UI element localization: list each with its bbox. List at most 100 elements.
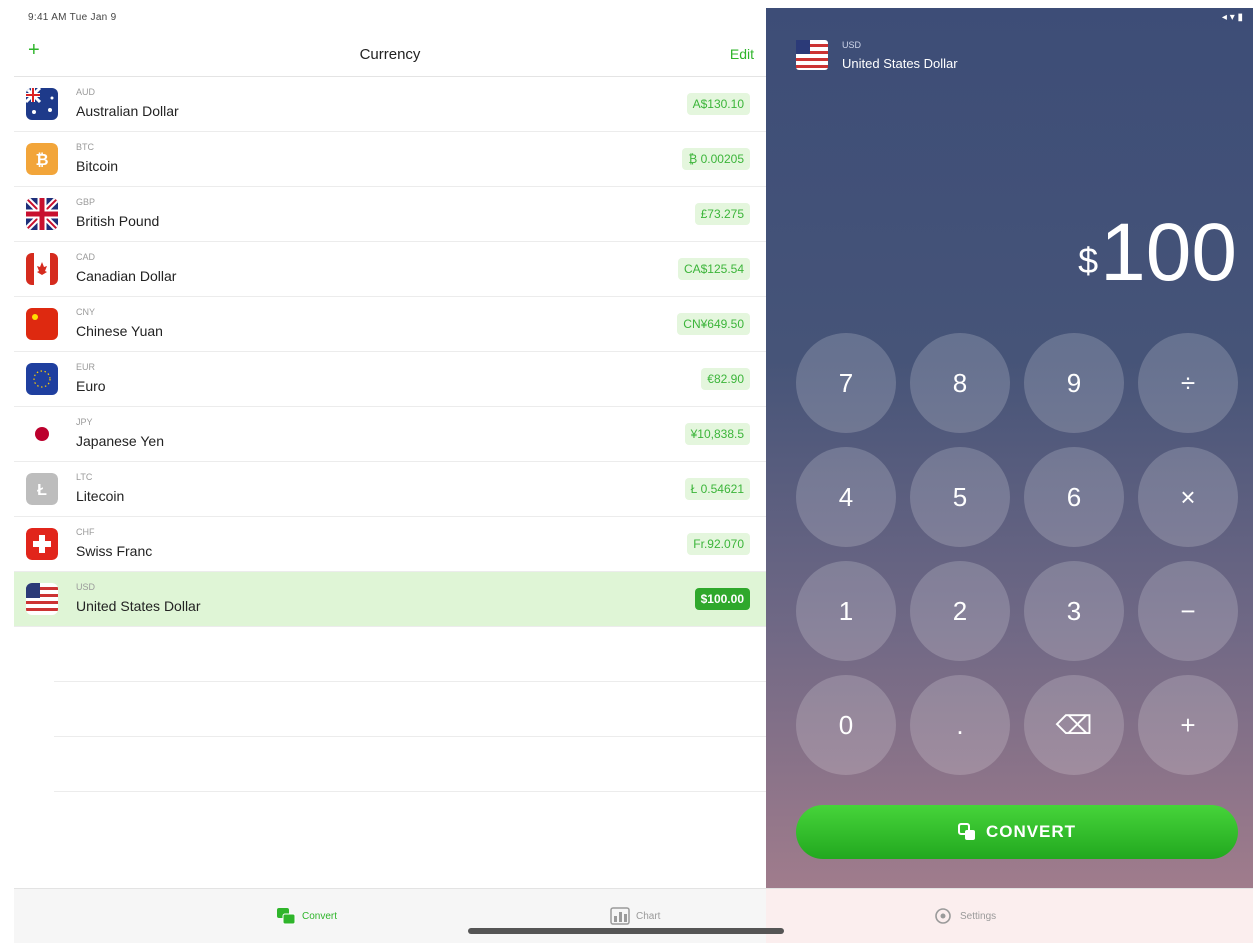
currency-name: Canadian Dollar: [76, 268, 177, 284]
tab-settings[interactable]: Settings: [934, 907, 996, 925]
svg-text:₿: ₿: [35, 151, 48, 169]
currency-name: British Pound: [76, 213, 160, 229]
currency-row-btc[interactable]: ₿ BTC Bitcoin ₿ 0.00205: [14, 132, 766, 187]
app-window: 9:41 AM Tue Jan 9 + Currency Edit AUD Aus…: [14, 8, 1253, 943]
currency-amount: Fr.92.070: [687, 533, 750, 555]
litecoin-icon: Ł: [26, 473, 58, 505]
currency-amount: $100.00: [694, 588, 750, 610]
currency-amount: ¥10,838.5: [684, 423, 750, 445]
status-icons: ◂ ▾ ▮: [1221, 12, 1243, 23]
currency-amount: Ł 0.54621: [684, 478, 750, 500]
currency-code: GBP: [76, 197, 96, 207]
chart-icon: [610, 907, 630, 925]
currency-code: EUR: [76, 362, 96, 372]
currency-amount: A$130.10: [686, 93, 750, 115]
display-value: 100: [1100, 207, 1237, 298]
currency-row-gbp[interactable]: GBP British Pound £73.275: [14, 187, 766, 242]
navigation-bar: + Currency Edit: [14, 30, 766, 77]
currency-exchange-icon: [277, 908, 296, 925]
currency-list: AUD Australian Dollar A$130.10 ₿ BTC Bitcoin ₿…: [14, 77, 766, 792]
settings-icon: [935, 908, 951, 924]
key-9[interactable]: 9: [1024, 333, 1124, 433]
amount-display: $100: [1078, 208, 1237, 298]
key-0[interactable]: 0: [796, 675, 896, 775]
key-2[interactable]: 2: [910, 561, 1010, 661]
key-5[interactable]: 5: [910, 447, 1010, 547]
currency-code: BTC: [76, 142, 94, 152]
tab-chart-label: Chart: [636, 910, 661, 922]
page-title: Currency: [359, 46, 421, 63]
switzerland-flag-icon: [26, 528, 58, 560]
currency-row-jpy[interactable]: JPY Japanese Yen ¥10,838.5: [14, 407, 766, 462]
currency-row-aud[interactable]: AUD Australian Dollar A$130.10: [14, 77, 766, 132]
key-6[interactable]: 6: [1024, 447, 1124, 547]
selected-currency-name: United States Dollar: [842, 56, 958, 71]
currency-row-usd[interactable]: USD United States Dollar $100.00: [14, 572, 766, 627]
currency-code: CHF: [76, 527, 95, 537]
currency-row-chf[interactable]: CHF Swiss Franc Fr.92.070: [14, 517, 766, 572]
currency-code: CNY: [76, 307, 96, 317]
tab-chart[interactable]: Chart: [610, 907, 660, 925]
currency-name: Euro: [76, 378, 106, 394]
key-plus[interactable]: +: [1138, 675, 1238, 775]
converter-pane: ◂ ▾ ▮ USD United States Dollar $100 7 8 9 ÷…: [766, 8, 1253, 888]
currency-row-cad[interactable]: CAD Canadian Dollar CA$125.54: [14, 242, 766, 297]
selected-us-flag-icon: [796, 40, 828, 70]
currency-name: Japanese Yen: [76, 433, 164, 449]
convert-label: CONVERT: [985, 822, 1077, 841]
currency-amount: CN¥649.50: [677, 313, 750, 335]
currency-amount: €82.90: [701, 368, 750, 390]
home-indicator: [468, 928, 784, 934]
china-flag-icon: [26, 308, 58, 340]
currency-amount: ₿ 0.00205: [682, 148, 750, 170]
tab-bar-tint: [766, 889, 1253, 943]
tab-settings-label: Settings: [960, 910, 997, 922]
currency-name: Swiss Franc: [76, 543, 153, 559]
keypad: 7 8 9 ÷ 4 5 6 × 1 2 3− 0. ⌫ +: [796, 333, 1238, 778]
empty-row: [54, 627, 766, 682]
currency-row-cny[interactable]: CNY Chinese Yuan CN¥649.50: [14, 297, 766, 352]
key-7[interactable]: 7: [796, 333, 896, 433]
currency-code: JPY: [76, 417, 93, 427]
currency-name: Australian Dollar: [76, 103, 179, 119]
currency-name: Litecoin: [76, 488, 125, 504]
canada-flag-icon: [26, 253, 58, 285]
currency-row-eur[interactable]: EUR Euro €82.90: [14, 352, 766, 407]
key-divide[interactable]: ÷: [1138, 333, 1238, 433]
key-minus[interactable]: −: [1138, 561, 1238, 661]
currency-exchange-icon: [957, 823, 975, 840]
convert-button[interactable]: CONVERT: [796, 805, 1238, 859]
key-4[interactable]: 4: [796, 447, 896, 547]
currency-code: USD: [76, 582, 96, 592]
key-3[interactable]: 3: [1024, 561, 1124, 661]
empty-row: [54, 682, 766, 737]
currency-name: United States Dollar: [76, 598, 201, 614]
currency-amount: CA$125.54: [677, 258, 750, 280]
eu-flag-icon: [26, 363, 58, 395]
uk-flag-icon: [26, 198, 58, 230]
japan-flag-icon: [26, 418, 58, 450]
empty-row: [54, 737, 766, 792]
key-multiply[interactable]: ×: [1138, 447, 1238, 547]
selected-currency-code: USD: [842, 40, 862, 50]
key-decimal[interactable]: .: [910, 675, 1010, 775]
currency-list-pane: 9:41 AM Tue Jan 9 + Currency Edit AUD Aus…: [14, 8, 766, 888]
currency-row-ltc[interactable]: Ł LTC Litecoin Ł 0.54621: [14, 462, 766, 517]
display-currency-symbol: $: [1078, 240, 1099, 281]
currency-code: LTC: [76, 472, 93, 482]
svg-text:Ł: Ł: [37, 482, 47, 499]
status-time: 9:41 AM Tue Jan 9: [28, 12, 117, 23]
edit-button[interactable]: Edit: [730, 46, 754, 62]
tab-convert-label: Convert: [302, 910, 338, 922]
currency-amount: £73.275: [694, 203, 750, 225]
us-flag-icon: [26, 583, 58, 615]
key-1[interactable]: 1: [796, 561, 896, 661]
tab-convert[interactable]: Convert: [276, 907, 337, 925]
currency-name: Bitcoin: [76, 158, 119, 174]
key-backspace[interactable]: ⌫: [1024, 675, 1124, 775]
australia-flag-icon: [26, 88, 58, 120]
key-8[interactable]: 8: [910, 333, 1010, 433]
currency-code: AUD: [76, 87, 96, 97]
currency-name: Chinese Yuan: [76, 323, 163, 339]
currency-code: CAD: [76, 252, 96, 262]
